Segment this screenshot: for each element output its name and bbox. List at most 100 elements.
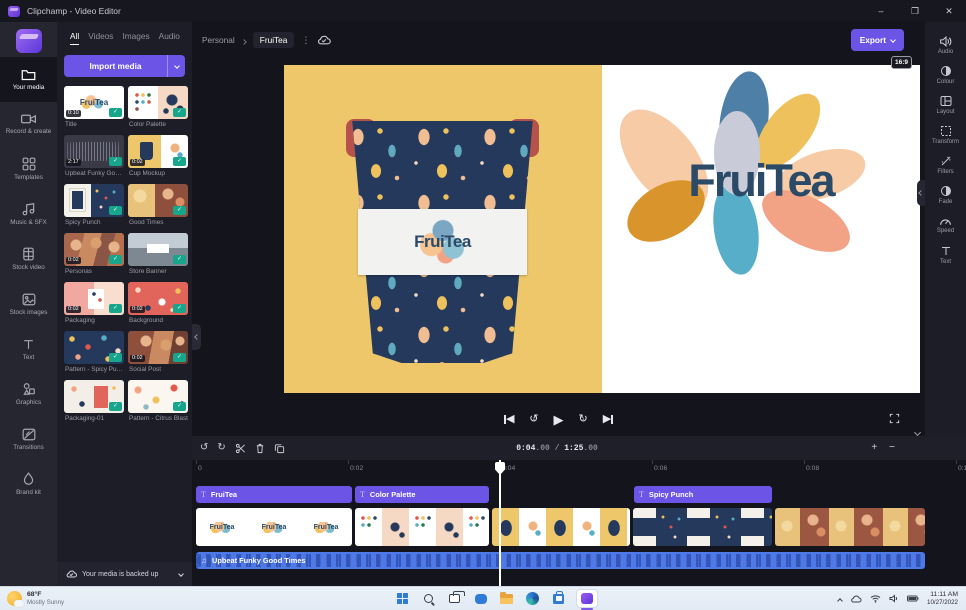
backup-expand-chevron[interactable] — [179, 571, 183, 578]
media-item-pattern-spicy-punch[interactable]: ✓ Pattern - Spicy Punch — [64, 331, 124, 378]
media-thumbnail: 0:02 ✓ — [64, 233, 124, 266]
text-clip-color-palette[interactable]: T Color Palette — [355, 486, 489, 503]
tool-text[interactable]: Text — [925, 240, 966, 270]
transform-icon — [940, 125, 952, 137]
edge-button[interactable] — [524, 590, 541, 607]
volume-icon[interactable] — [889, 594, 899, 603]
close-button[interactable]: ✕ — [932, 0, 966, 22]
breadcrumb-personal[interactable]: Personal — [202, 35, 235, 45]
clipchamp-logo[interactable] — [16, 29, 42, 53]
breadcrumb-project-name[interactable]: FruiTea — [253, 32, 295, 48]
taskbar-weather-widget[interactable]: 68°F Mostly Sunny — [0, 591, 64, 606]
tool-colour[interactable]: Colour — [925, 60, 966, 90]
kebab-menu[interactable]: ⋮ — [301, 35, 310, 46]
tool-layout[interactable]: Layout — [925, 90, 966, 120]
video-clip-color-palette[interactable] — [355, 508, 489, 546]
skip-to-start-button[interactable]: ▶ — [504, 414, 514, 425]
chevron-left-icon — [194, 334, 200, 340]
sidebar-item-your-media[interactable]: Your media — [0, 57, 57, 102]
tool-filters[interactable]: Filters — [925, 150, 966, 180]
sidebar-item-text[interactable]: Text — [0, 327, 57, 372]
video-preview-stage[interactable]: FruiTea FruiTea — [284, 65, 920, 393]
media-item-upbeat-funky[interactable]: 2:17 ✓ Upbeat Funky Good Tim... — [64, 135, 124, 182]
video-clip-title[interactable]: FruiTea FruiTea FruiTea — [196, 508, 352, 546]
media-item-packaging[interactable]: 0:02 ✓ Packaging — [64, 282, 124, 329]
search-button[interactable] — [420, 590, 437, 607]
media-item-packaging-01[interactable]: ✓ Packaging-01 — [64, 380, 124, 427]
media-item-good-times[interactable]: ✓ Good Times — [128, 184, 188, 231]
import-media-button[interactable]: Import media — [64, 55, 167, 77]
start-button[interactable] — [394, 590, 411, 607]
audio-clip-upbeat-funky-good-times[interactable]: ♫ Upbeat Funky Good Times — [196, 552, 925, 569]
tray-expand-chevron[interactable] — [838, 590, 842, 608]
backup-status-bar: Your media is backed up — [57, 562, 192, 586]
onedrive-cloud-icon[interactable] — [850, 595, 862, 603]
windows-taskbar: 68°F Mostly Sunny 11:11 AM 10/27/2022 — [0, 586, 966, 610]
media-item-pattern-citrus-blast[interactable]: ✓ Pattern - Citrus Blast — [128, 380, 188, 427]
tool-fade[interactable]: Fade — [925, 180, 966, 210]
taskbar-clock[interactable]: 11:11 AM 10/27/2022 — [927, 591, 958, 607]
cup-mockup-panel: FruiTea — [284, 65, 602, 393]
media-item-personas[interactable]: 0:02 ✓ Personas — [64, 233, 124, 280]
store-button[interactable] — [550, 590, 567, 607]
import-media-dropdown[interactable] — [167, 55, 185, 77]
task-view-button[interactable] — [446, 590, 463, 607]
playhead[interactable] — [499, 460, 501, 586]
tab-videos[interactable]: Videos — [88, 31, 113, 45]
sidebar-item-record-create[interactable]: Record & create — [0, 102, 57, 147]
video-clip-good-times[interactable] — [775, 508, 925, 546]
media-item-cup-mockup[interactable]: 0:02 ✓ Cup Mockup — [128, 135, 188, 182]
check-icon: ✓ — [109, 353, 122, 362]
video-clip-spicy-punch[interactable] — [633, 508, 772, 546]
timeline-ruler[interactable]: 0 0:02 0:04 0:06 0:08 0:10 — [192, 460, 966, 480]
battery-icon[interactable] — [907, 595, 919, 602]
tab-images[interactable]: Images — [122, 31, 149, 45]
tab-all[interactable]: All — [70, 31, 79, 45]
play-button[interactable]: ▶ — [554, 413, 564, 426]
clipchamp-taskbar-button[interactable] — [576, 589, 598, 608]
fullscreen-button[interactable] — [889, 413, 900, 424]
sidebar-item-transitions[interactable]: Transitions — [0, 417, 57, 462]
media-thumbnail: 0:02 ✓ — [128, 282, 188, 315]
minimize-button[interactable]: – — [864, 0, 898, 22]
taskbar-center-icons — [394, 587, 598, 610]
cloud-saved-icon[interactable] — [317, 35, 331, 45]
sidebar-item-templates[interactable]: Templates — [0, 147, 57, 192]
maximize-button[interactable]: ❐ — [898, 0, 932, 22]
chat-button[interactable] — [472, 590, 489, 607]
tool-rail-collapse-handle[interactable] — [917, 180, 925, 206]
skip-to-end-button[interactable]: ▶ — [603, 414, 613, 425]
clipchamp-app-icon — [8, 6, 20, 17]
import-media-split-button: Import media — [64, 55, 185, 77]
text-clip-spicy-punch[interactable]: T Spicy Punch — [634, 486, 772, 503]
speaker-icon — [939, 36, 952, 47]
tool-audio[interactable]: Audio — [925, 30, 966, 60]
sidebar-item-brand-kit[interactable]: Brand kit — [0, 462, 57, 507]
speed-gauge-icon — [939, 216, 952, 226]
file-explorer-button[interactable] — [498, 590, 515, 607]
jump-back-1s-button[interactable]: ↺1 — [529, 414, 538, 425]
export-button[interactable]: Export — [851, 29, 904, 51]
wifi-icon[interactable] — [870, 594, 881, 603]
text-clip-fruitea[interactable]: T FruiTea — [196, 486, 352, 503]
video-clip-cup-mockup[interactable] — [492, 508, 630, 546]
aspect-ratio-badge[interactable]: 16:9 — [891, 56, 912, 69]
sidebar-item-music-sfx[interactable]: Music & SFX — [0, 192, 57, 237]
sidebar-item-stock-images[interactable]: Stock images — [0, 282, 57, 327]
tool-speed[interactable]: Speed — [925, 210, 966, 240]
media-item-title[interactable]: FruiTea 0:10 ✓ Title — [64, 86, 124, 133]
media-thumbnail: ✓ — [64, 380, 124, 413]
sidebar-item-stock-video[interactable]: Stock video — [0, 237, 57, 282]
media-item-background[interactable]: 0:02 ✓ Background — [128, 282, 188, 329]
jump-forward-1s-button[interactable]: ↻1 — [579, 414, 588, 425]
sidebar-item-graphics[interactable]: Graphics — [0, 372, 57, 417]
window-controls: – ❐ ✕ — [864, 0, 966, 22]
tool-transform[interactable]: Transform — [925, 120, 966, 150]
media-item-color-palette[interactable]: ✓ Color Palette — [128, 86, 188, 133]
media-panel-collapse-handle[interactable] — [192, 324, 201, 350]
media-item-store-banner[interactable]: ✓ Store Banner — [128, 233, 188, 280]
preview-area: FruiTea FruiTea 16:9 ▶ — [192, 58, 966, 436]
tab-audio[interactable]: Audio — [159, 31, 180, 45]
media-item-spicy-punch[interactable]: ✓ Spicy Punch — [64, 184, 124, 231]
media-item-social-post[interactable]: 0:02 ✓ Social Post — [128, 331, 188, 378]
